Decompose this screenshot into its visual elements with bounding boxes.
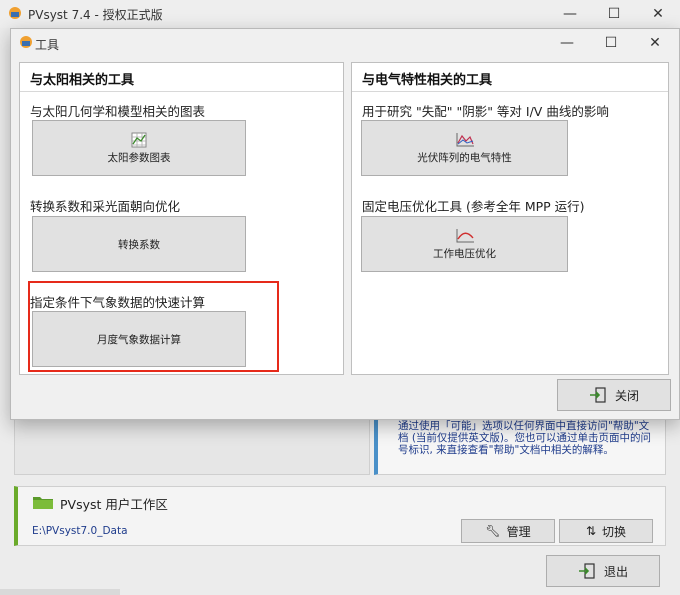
electrical-tools-title: 与电气特性相关的工具 [362,73,493,88]
solar-tools-title: 与太阳相关的工具 [30,73,135,88]
exit-button-label: 退出 [603,564,628,579]
manage-button-label: 管理 [506,524,531,539]
pv-array-electrical-button[interactable]: 光伏阵列的电气特性 [361,120,568,176]
main-maximize-button[interactable]: ☐ [592,0,636,28]
electrical-tools-panel: 与电气特性相关的工具 用于研究 "失配" "阴影" 等对 I/V 曲线的影响 光… [351,62,669,375]
bottom-strip [0,589,120,595]
main-close-button[interactable]: ✕ [636,0,680,28]
dialog-title: 工具 [35,38,60,52]
transposition-factor-label: 转换系数 [118,238,160,251]
highlight-box [28,281,279,372]
solar-geometry-label: 与太阳几何学和模型相关的图表 [30,104,206,119]
tools-app-icon [20,36,32,48]
workspace-title: PVsyst 用户工作区 [60,497,168,512]
main-titlebar: PVsyst 7.4 - 授权正式版 — ☐ ✕ [0,0,680,28]
pv-array-electrical-label: 光伏阵列的电气特性 [417,151,512,164]
operating-voltage-optimization-label: 工作电压优化 [433,247,496,260]
user-workspace-panel: PVsyst 用户工作区 E:\PVsyst7.0_Data 🔧︎ 管理 ⇅ 切… [14,486,666,546]
main-window-title: PVsyst 7.4 - 授权正式版 [28,8,163,22]
solar-parameters-chart-label: 太阳参数图表 [107,151,171,164]
wrench-icon: 🔧︎ [485,524,501,538]
chart-table-icon [131,132,147,147]
dialog-titlebar: 工具 — ☐ ✕ [11,29,679,57]
iv-curve-label: 用于研究 "失配" "阴影" 等对 I/V 曲线的影响 [362,104,609,119]
switch-button[interactable]: ⇅ 切换 [559,519,653,543]
divider [20,91,343,92]
operating-voltage-optimization-button[interactable]: 工作电压优化 [361,216,568,272]
help-info-text: 通过使用「可能」选项以任何界面中直接访问"帮助"文档 (当前仅提供英文版)。您也… [398,420,652,456]
exit-icon [589,387,606,403]
switch-button-label: 切换 [602,524,627,539]
dialog-maximize-button[interactable]: ☐ [589,29,633,57]
voltage-optimization-label: 固定电压优化工具 (参考全年 MPP 运行) [362,199,585,214]
exit-icon [578,563,595,579]
transposition-factor-button[interactable]: 转换系数 [32,216,246,272]
solar-parameters-chart-button[interactable]: 太阳参数图表 [32,120,246,176]
iv-curve-icon [456,132,474,146]
workspace-path: E:\PVsyst7.0_Data [32,525,128,537]
dialog-minimize-button[interactable]: — [545,29,589,57]
exit-button[interactable]: 退出 [546,555,660,587]
pvsyst-logo-icon [9,7,21,19]
voltage-curve-icon [456,228,474,242]
transposition-label: 转换系数和采光面朝向优化 [30,199,181,214]
swap-arrows-icon: ⇅ [585,524,597,538]
dialog-close-action-button[interactable]: 关闭 [557,379,671,411]
dialog-close-button[interactable]: ✕ [633,29,677,57]
folder-icon [33,497,53,509]
dialog-close-action-label: 关闭 [614,388,639,403]
manage-button[interactable]: 🔧︎ 管理 [461,519,555,543]
main-minimize-button[interactable]: — [548,0,592,28]
tools-dialog: 工具 — ☐ ✕ 与太阳相关的工具 与太阳几何学和模型相关的图表 太阳参数图表 … [10,28,680,420]
divider [352,91,668,92]
